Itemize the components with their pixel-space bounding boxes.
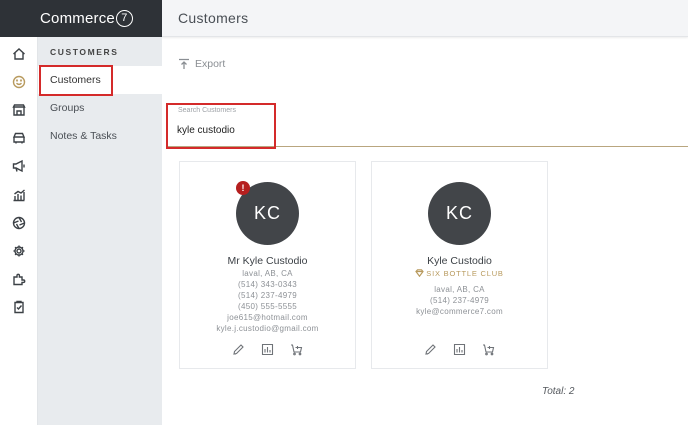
subnav-item-notes-tasks[interactable]: Notes & Tasks xyxy=(38,122,162,150)
megaphone-icon[interactable] xyxy=(0,154,38,178)
brand-logo[interactable]: Commerce 7 xyxy=(0,0,162,37)
customer-location: laval, AB, CA xyxy=(242,269,293,278)
store-icon[interactable] xyxy=(0,98,38,122)
customer-email: joe615@hotmail.com xyxy=(227,313,308,322)
card-actions xyxy=(180,343,355,356)
export-label: Export xyxy=(195,58,226,70)
clipboard-icon[interactable] xyxy=(0,295,38,319)
alert-badge[interactable]: ! xyxy=(236,181,250,195)
card-actions xyxy=(372,343,547,356)
customer-email: kyle@commerce7.com xyxy=(416,307,503,316)
icon-rail xyxy=(0,37,38,425)
club-name: SIX BOTTLE CLUB xyxy=(426,269,504,278)
customer-phone: (514) 343-0343 xyxy=(238,280,297,289)
subnav-heading: CUSTOMERS xyxy=(50,47,119,57)
report-icon[interactable] xyxy=(261,343,274,356)
brand-name: Commerce xyxy=(40,10,115,27)
customer-card[interactable]: KC Kyle Custodio SIX BOTTLE CLUB laval, … xyxy=(371,161,548,369)
subnav-item-label: Groups xyxy=(50,102,85,114)
smiley-icon[interactable] xyxy=(0,70,38,94)
home-icon[interactable] xyxy=(0,42,38,66)
customer-location: laval, AB, CA xyxy=(434,285,485,294)
customer-phone: (514) 237-4979 xyxy=(430,296,489,305)
customer-card[interactable]: KC ! Mr Kyle Custodio laval, AB, CA (514… xyxy=(179,161,356,369)
gear-icon[interactable] xyxy=(0,239,38,263)
top-bar: Customers xyxy=(162,0,688,37)
diamond-icon xyxy=(415,269,425,278)
customer-name[interactable]: Mr Kyle Custodio xyxy=(180,255,355,267)
highlight-box-customers xyxy=(39,65,113,96)
brand-mark: 7 xyxy=(115,10,133,27)
subnav-item-groups[interactable]: Groups xyxy=(38,94,162,122)
edit-icon[interactable] xyxy=(424,343,437,356)
results-total: Total: 2 xyxy=(542,386,575,397)
export-button[interactable]: Export xyxy=(178,58,225,70)
report-icon[interactable] xyxy=(453,343,466,356)
edit-icon[interactable] xyxy=(232,343,245,356)
avatar: KC xyxy=(428,182,491,245)
cart-add-icon[interactable] xyxy=(290,343,303,356)
page-title: Customers xyxy=(178,10,249,26)
customer-email: kyle.j.custodio@gmail.com xyxy=(216,324,319,333)
chart-icon[interactable] xyxy=(0,183,38,207)
cart-add-icon[interactable] xyxy=(482,343,495,356)
customer-phone: (514) 237-4979 xyxy=(238,291,297,300)
club-badge: SIX BOTTLE CLUB xyxy=(372,269,547,278)
highlight-box-search xyxy=(166,103,276,149)
export-icon xyxy=(179,58,189,69)
customer-name[interactable]: Kyle Custodio xyxy=(372,255,547,267)
puzzle-icon[interactable] xyxy=(0,267,38,291)
sales-icon[interactable] xyxy=(0,126,38,150)
subnav-item-label: Notes & Tasks xyxy=(50,130,117,142)
aperture-icon[interactable] xyxy=(0,211,38,235)
customer-phone: (450) 555-5555 xyxy=(238,302,297,311)
app: Commerce 7 Customers CUSTOMERS Customers… xyxy=(0,0,688,425)
